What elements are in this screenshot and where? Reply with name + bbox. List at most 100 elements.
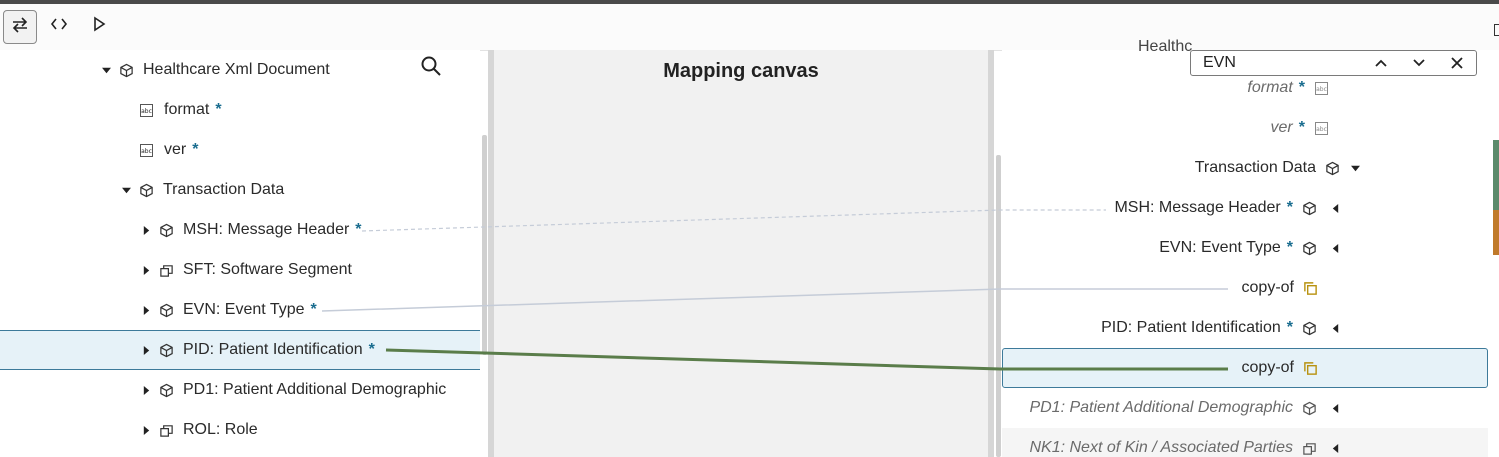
source-tree-panel: Healthcare Xml Document abc format * abc… [0, 50, 480, 457]
required-marker: * [310, 301, 317, 318]
collapse-icon[interactable] [1348, 161, 1362, 175]
test-run-button[interactable] [83, 10, 115, 42]
required-marker: * [1286, 319, 1293, 336]
required-marker: * [1286, 239, 1293, 256]
target-item-pid-copy-of[interactable]: copy-of [1002, 348, 1488, 388]
expand-left-icon[interactable] [1328, 401, 1342, 415]
target-item-label: format [1247, 79, 1293, 96]
copy-icon [1302, 280, 1318, 296]
target-item-msh[interactable]: MSH: Message Header * [1002, 188, 1488, 228]
mapping-canvas: Mapping canvas [494, 50, 988, 457]
abc-icon: abc [140, 143, 153, 157]
required-marker: * [368, 341, 375, 358]
cube-icon [118, 62, 134, 78]
abc-icon: abc [1315, 121, 1328, 135]
collapse-icon[interactable] [99, 63, 113, 77]
target-item-transaction-data[interactable]: Transaction Data [1002, 148, 1488, 188]
target-item-pid[interactable]: PID: Patient Identification * [1002, 308, 1488, 348]
find-previous-button[interactable] [1362, 51, 1400, 75]
source-item-format[interactable]: abc format * [0, 90, 480, 130]
cube-icon [1301, 240, 1317, 256]
expand-icon[interactable] [139, 303, 153, 317]
abc-icon: abc [1315, 81, 1328, 95]
code-view-button[interactable] [43, 10, 75, 42]
source-item-label: SFT: Software Segment [183, 261, 352, 278]
right-splitter[interactable] [988, 50, 994, 457]
target-item-label: MSH: Message Header [1114, 199, 1281, 216]
target-tree-panel: format * abc ver * abc Transaction Data … [1002, 50, 1499, 457]
required-marker: * [355, 221, 362, 238]
code-brackets-icon [50, 15, 68, 38]
chevron-up-icon [1375, 59, 1387, 67]
required-marker: * [1298, 119, 1305, 136]
chevron-down-icon [1413, 59, 1425, 67]
swap-arrows-icon [11, 16, 29, 39]
expand-left-icon[interactable] [1328, 201, 1342, 215]
copy-icon [1302, 360, 1318, 376]
overflow-edge-icon [1494, 24, 1499, 36]
target-item-label: ver [1270, 119, 1293, 136]
repeat-group-icon [1301, 440, 1317, 456]
find-next-button[interactable] [1400, 51, 1438, 75]
source-item-pd1[interactable]: PD1: Patient Additional Demographic [0, 370, 480, 410]
tree-root-label: Healthcare Xml Document [143, 61, 330, 78]
target-item-label: NK1: Next of Kin / Associated Parties [1029, 439, 1293, 456]
required-marker: * [192, 141, 199, 158]
source-item-evn[interactable]: EVN: Event Type * [0, 290, 480, 330]
target-item-evn[interactable]: EVN: Event Type * [1002, 228, 1488, 268]
search-icon[interactable] [420, 55, 442, 77]
cube-icon [1301, 320, 1317, 336]
cube-icon [1301, 200, 1317, 216]
source-item-label: ver [164, 141, 187, 158]
find-close-button[interactable] [1438, 51, 1476, 75]
target-scrollbar[interactable] [996, 155, 1001, 457]
target-item-ver[interactable]: ver * abc [1002, 108, 1488, 148]
close-icon [1451, 57, 1463, 69]
target-item-label: PD1: Patient Additional Demographic [1029, 399, 1293, 416]
side-accent-orange [1493, 210, 1499, 255]
target-item-evn-copy-of[interactable]: copy-of [1002, 268, 1488, 308]
repeat-group-icon [158, 262, 174, 278]
expand-left-icon[interactable] [1328, 441, 1342, 455]
tree-root-row[interactable]: Healthcare Xml Document [0, 50, 480, 90]
source-item-label: ROL: Role [183, 421, 258, 438]
source-item-sft[interactable]: SFT: Software Segment [0, 250, 480, 290]
target-item-nk1[interactable]: NK1: Next of Kin / Associated Parties [1002, 428, 1488, 457]
cube-icon [158, 342, 174, 358]
source-item-msh[interactable]: MSH: Message Header * [0, 210, 480, 250]
target-item-pd1[interactable]: PD1: Patient Additional Demographic [1002, 388, 1488, 428]
source-item-label: EVN: Event Type [183, 301, 305, 318]
source-item-rol[interactable]: ROL: Role [0, 410, 480, 450]
source-item-ver[interactable]: abc ver * [0, 130, 480, 170]
source-item-label: Transaction Data [163, 181, 285, 198]
required-marker: * [215, 101, 222, 118]
abc-icon: abc [140, 103, 153, 117]
source-item-label: format [164, 101, 210, 118]
source-item-pid[interactable]: PID: Patient Identification * [0, 330, 480, 370]
required-marker: * [1298, 79, 1305, 96]
source-item-label: PID: Patient Identification [183, 341, 363, 358]
required-marker: * [1286, 199, 1293, 216]
swap-button[interactable] [3, 10, 37, 44]
cube-icon [138, 182, 154, 198]
cube-icon [158, 222, 174, 238]
expand-icon[interactable] [139, 223, 153, 237]
target-item-label: copy-of [1241, 359, 1294, 376]
expand-icon[interactable] [139, 343, 153, 357]
source-scrollbar[interactable] [482, 135, 487, 355]
canvas-title: Mapping canvas [663, 60, 819, 82]
collapse-icon[interactable] [119, 183, 133, 197]
source-item-label: PD1: Patient Additional Demographic [183, 381, 447, 398]
target-item-label: copy-of [1241, 279, 1294, 296]
target-item-label: EVN: Event Type [1159, 239, 1281, 256]
expand-left-icon[interactable] [1328, 241, 1342, 255]
find-input[interactable]: EVN [1203, 54, 1362, 72]
play-icon [90, 15, 108, 38]
expand-icon[interactable] [139, 423, 153, 437]
source-item-transaction-data[interactable]: Transaction Data [0, 170, 480, 210]
expand-left-icon[interactable] [1328, 321, 1342, 335]
find-bar[interactable]: EVN [1190, 50, 1477, 76]
expand-icon[interactable] [139, 383, 153, 397]
expand-icon[interactable] [139, 263, 153, 277]
cube-icon [1324, 160, 1340, 176]
